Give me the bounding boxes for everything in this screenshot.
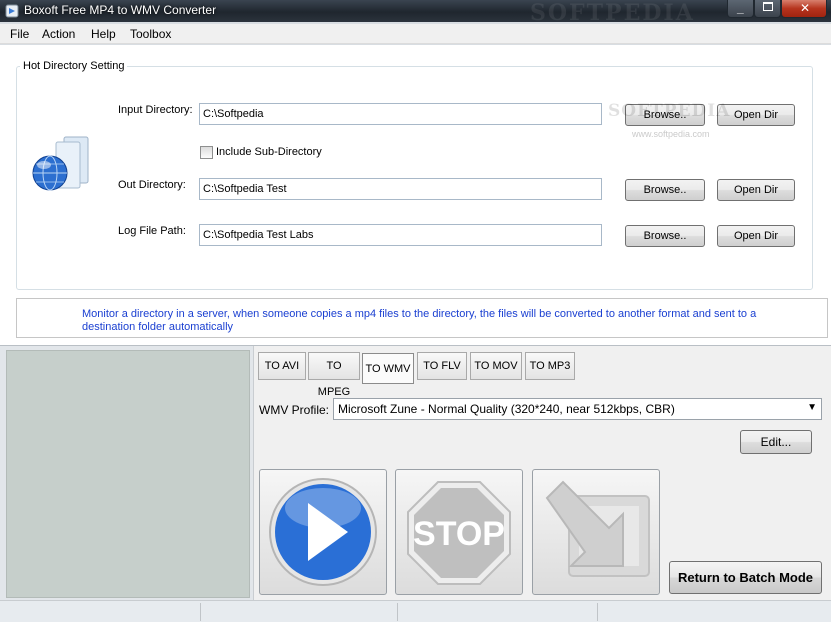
stop-button[interactable]: STOP	[395, 469, 523, 595]
minimize-icon: _	[737, 1, 744, 15]
menu-file[interactable]: File	[10, 27, 29, 41]
info-text: Monitor a directory in a server, when so…	[82, 308, 757, 333]
hot-directory-area: Hot Directory Setting Input Directory: B…	[0, 45, 831, 345]
status-segment-3	[398, 603, 598, 621]
tab-to-mp3[interactable]: TO MP3	[525, 352, 575, 380]
softpedia-watermark: SOFTPEDIA	[608, 101, 731, 121]
log-open-dir-button[interactable]: Open Dir	[717, 225, 795, 247]
conversion-area: TO AVI TO MPEG TO WMV TO FLV TO MOV TO M…	[0, 345, 831, 601]
app-icon	[5, 4, 19, 18]
return-to-batch-button[interactable]: Return to Batch Mode	[669, 561, 822, 594]
menu-bar: File Action Help Toolbox	[0, 24, 831, 44]
arrow-down-right-icon	[545, 480, 650, 577]
profile-select[interactable]: Microsoft Zune - Normal Quality (320*240…	[333, 398, 822, 420]
profile-value: Microsoft Zune - Normal Quality (320*240…	[338, 402, 675, 416]
tab-to-wmv[interactable]: TO WMV	[362, 353, 414, 384]
menu-toolbox[interactable]: Toolbox	[130, 27, 171, 41]
maximize-icon	[763, 2, 773, 11]
info-box: Monitor a directory in a server, when so…	[16, 298, 828, 338]
tab-to-mpeg[interactable]: TO MPEG	[308, 352, 360, 398]
tab-to-avi[interactable]: TO AVI	[258, 352, 306, 380]
minimize-button[interactable]: _	[727, 0, 754, 18]
profile-label: WMV Profile:	[259, 403, 330, 417]
batch-arrow-button[interactable]	[532, 469, 660, 595]
start-button[interactable]	[259, 469, 387, 595]
preview-panel	[6, 350, 250, 598]
log-file-field[interactable]	[199, 224, 602, 246]
include-sub-label: Include Sub-Directory	[216, 146, 322, 158]
status-segment-1	[0, 603, 201, 621]
title-watermark: SOFTPEDIA	[530, 0, 695, 26]
out-open-dir-button[interactable]: Open Dir	[717, 179, 795, 201]
softpedia-watermark-url: www.softpedia.com	[632, 129, 710, 139]
chevron-down-icon: ▼	[807, 402, 817, 413]
close-icon: ✕	[800, 1, 811, 15]
log-file-label: Log File Path:	[118, 225, 186, 237]
menu-action[interactable]: Action	[42, 27, 75, 41]
input-directory-label: Input Directory:	[118, 104, 193, 116]
tab-to-flv[interactable]: TO FLV	[417, 352, 467, 380]
stop-icon: STOP	[407, 481, 511, 585]
window-title: Boxoft Free MP4 to WMV Converter	[24, 3, 217, 17]
status-segment-2	[201, 603, 398, 621]
include-sub-checkbox[interactable]	[200, 146, 213, 159]
out-browse-button[interactable]: Browse..	[625, 179, 705, 201]
edit-profile-button[interactable]: Edit...	[740, 430, 812, 454]
menu-help[interactable]: Help	[91, 27, 116, 41]
status-bar	[0, 600, 831, 622]
input-directory-field[interactable]	[199, 103, 602, 125]
log-browse-button[interactable]: Browse..	[625, 225, 705, 247]
out-directory-field[interactable]	[199, 178, 602, 200]
folder-network-icon	[32, 136, 89, 191]
conversion-panel: TO AVI TO MPEG TO WMV TO FLV TO MOV TO M…	[253, 346, 831, 601]
group-label: Hot Directory Setting	[20, 60, 128, 72]
title-bar: Boxoft Free MP4 to WMV Converter SOFTPED…	[0, 0, 831, 26]
maximize-button[interactable]	[754, 0, 781, 18]
tab-to-mov[interactable]: TO MOV	[470, 352, 522, 380]
stop-label: STOP	[413, 515, 505, 553]
out-directory-label: Out Directory:	[118, 179, 186, 191]
close-button[interactable]: ✕	[781, 0, 827, 18]
play-icon	[269, 478, 377, 586]
